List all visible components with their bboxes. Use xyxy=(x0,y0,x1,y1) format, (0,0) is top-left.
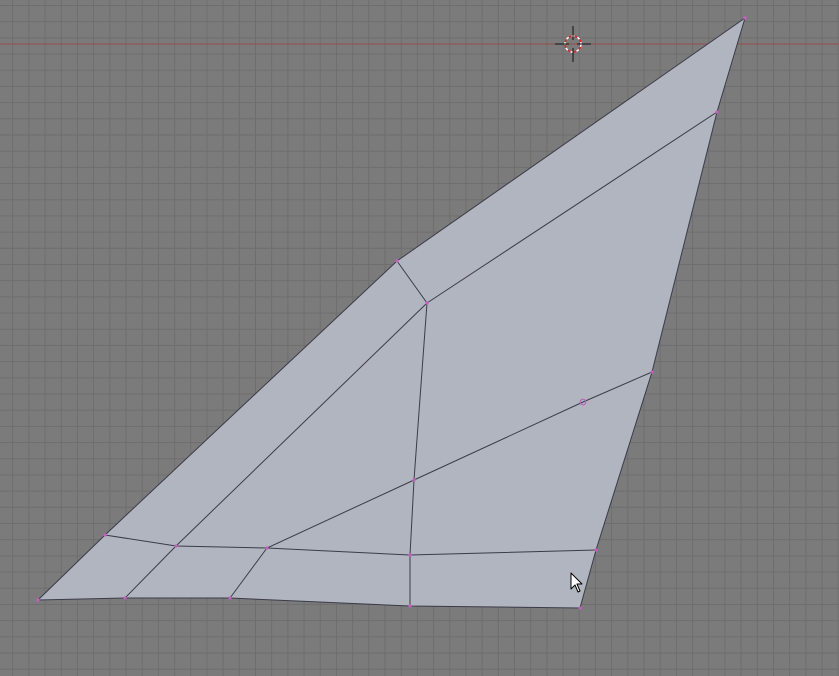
mesh-vertex[interactable] xyxy=(228,596,232,600)
mesh-vertex[interactable] xyxy=(412,478,416,482)
mesh-vertex[interactable] xyxy=(650,370,654,374)
mesh-vertex[interactable] xyxy=(123,596,127,600)
mesh-vertex[interactable] xyxy=(715,110,719,114)
3d-viewport[interactable] xyxy=(0,0,839,676)
mesh-vertex[interactable] xyxy=(743,16,747,20)
mesh-vertex[interactable] xyxy=(395,259,399,263)
mesh-vertex[interactable] xyxy=(408,604,412,608)
mesh-vertex[interactable] xyxy=(36,598,40,602)
mesh-vertex[interactable] xyxy=(103,533,107,537)
mesh-vertex[interactable] xyxy=(594,548,598,552)
mesh-face[interactable] xyxy=(36,16,746,609)
mesh-vertex[interactable] xyxy=(174,544,178,548)
mesh-vertex[interactable] xyxy=(265,546,269,550)
mesh-canvas[interactable] xyxy=(0,0,839,676)
mesh-vertex[interactable] xyxy=(408,553,412,557)
mesh-vertex[interactable] xyxy=(425,301,429,305)
mesh-vertex[interactable] xyxy=(578,606,582,610)
